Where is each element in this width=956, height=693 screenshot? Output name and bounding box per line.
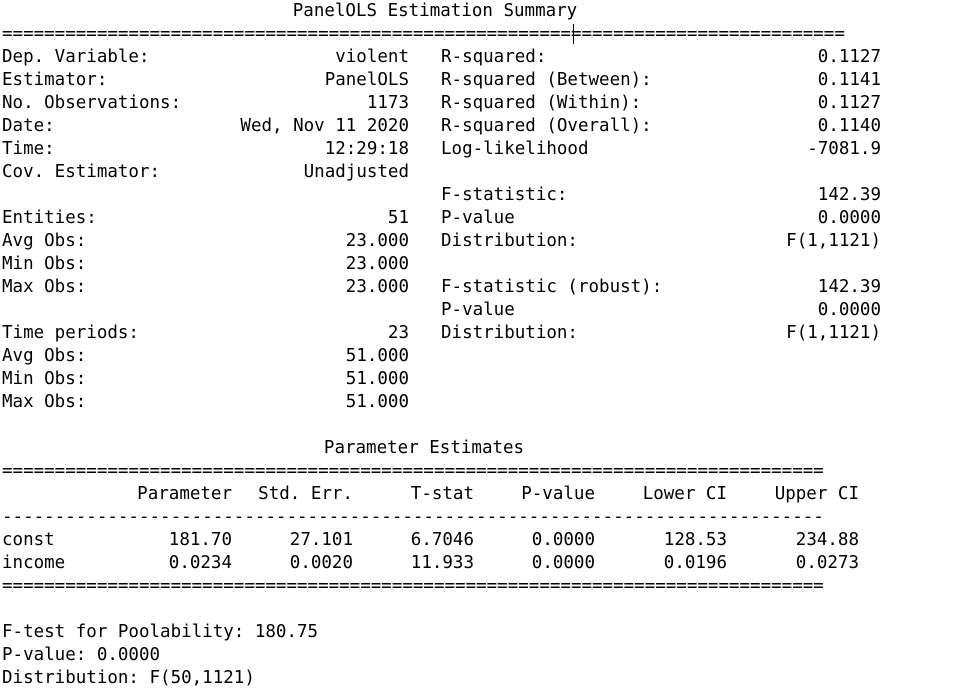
summary-left-value: 51.000 xyxy=(345,346,409,366)
column-header: Parameter xyxy=(137,484,232,504)
summary-left-value: 23.000 xyxy=(345,231,409,251)
summary-right-value: F(1,1121) xyxy=(786,323,881,343)
summary-right-value: 0.1127 xyxy=(817,93,881,113)
table-cell: 0.0273 xyxy=(795,553,859,573)
summary-right-label: R-squared (Overall): xyxy=(441,116,652,136)
summary-left-value: 51.000 xyxy=(345,392,409,412)
single-rule: ----------------------------------------… xyxy=(2,507,824,527)
summary-left-label: Max Obs: xyxy=(2,392,87,412)
summary-right-value: -7081.9 xyxy=(807,139,881,159)
table-cell: 0.0000 xyxy=(531,553,595,573)
summary-left-label: Avg Obs: xyxy=(2,231,87,251)
table-cell: 128.53 xyxy=(663,530,727,550)
column-header: P-value xyxy=(521,484,595,504)
summary-right-value: 0.1140 xyxy=(817,116,881,136)
summary-right-value: 142.39 xyxy=(817,185,881,205)
summary-left-label: Estimator: xyxy=(2,70,108,90)
summary-right-label: Distribution: xyxy=(441,231,578,251)
summary-right-label: F-statistic (robust): xyxy=(441,277,663,297)
summary-left-label: Dep. Variable: xyxy=(2,47,150,67)
summary-right-value: 0.1127 xyxy=(817,47,881,67)
summary-right-value: 0.0000 xyxy=(817,208,881,228)
table-cell: 27.101 xyxy=(289,530,353,550)
summary-left-label: Avg Obs: xyxy=(2,346,87,366)
summary-right-value: F(1,1121) xyxy=(786,231,881,251)
estimates-title: Parameter Estimates xyxy=(323,438,525,458)
double-rule-top: ========================================… xyxy=(2,24,845,44)
summary-left-value: 1173 xyxy=(366,93,409,113)
summary-left-label: Cov. Estimator: xyxy=(2,162,161,182)
column-header: Std. Err. xyxy=(258,484,353,504)
footer-line: P-value: 0.0000 xyxy=(2,645,161,665)
summary-left-value: 51 xyxy=(387,208,409,228)
table-cell: 181.70 xyxy=(168,530,232,550)
summary-left-label: Max Obs: xyxy=(2,277,87,297)
row-name: income xyxy=(2,553,66,573)
summary-left-value: 12:29:18 xyxy=(324,139,409,159)
summary-left-value: violent xyxy=(335,47,409,67)
summary-right-label: R-squared (Within): xyxy=(441,93,642,113)
summary-left-label: Time: xyxy=(2,139,55,159)
table-cell: 6.7046 xyxy=(410,530,474,550)
summary-left-value: 51.000 xyxy=(345,369,409,389)
column-header: Lower CI xyxy=(642,484,727,504)
double-rule-estimates-top: ========================================… xyxy=(2,461,824,481)
table-cell: 0.0196 xyxy=(663,553,727,573)
summary-right-label: P-value xyxy=(441,208,515,228)
summary-left-label: No. Observations: xyxy=(2,93,182,113)
summary-left-value: 23.000 xyxy=(345,254,409,274)
summary-right-value: 0.0000 xyxy=(817,300,881,320)
summary-right-value: 142.39 xyxy=(817,277,881,297)
summary-right-label: F-statistic: xyxy=(441,185,568,205)
summary-left-label: Date: xyxy=(2,116,55,136)
table-cell: 0.0000 xyxy=(531,530,595,550)
summary-right-label: R-squared: xyxy=(441,47,547,67)
summary-right-label: Log-likelihood xyxy=(441,139,589,159)
summary-left-value: 23 xyxy=(387,323,409,343)
summary-right-label: Distribution: xyxy=(441,323,578,343)
summary-title: PanelOLS Estimation Summary xyxy=(292,1,578,21)
double-rule-estimates-bottom: ========================================… xyxy=(2,576,824,596)
summary-right-label: P-value xyxy=(441,300,515,320)
summary-right-label: R-squared (Between): xyxy=(441,70,652,90)
row-name: const xyxy=(2,530,55,550)
table-cell: 0.0020 xyxy=(289,553,353,573)
table-cell: 0.0234 xyxy=(168,553,232,573)
column-header: Upper CI xyxy=(774,484,859,504)
summary-left-value: 23.000 xyxy=(345,277,409,297)
summary-left-value: Unadjusted xyxy=(303,162,409,182)
text-cursor xyxy=(573,24,574,44)
summary-left-label: Min Obs: xyxy=(2,254,87,274)
table-cell: 234.88 xyxy=(795,530,859,550)
table-cell: 11.933 xyxy=(410,553,474,573)
summary-left-label: Min Obs: xyxy=(2,369,87,389)
summary-left-label: Time periods: xyxy=(2,323,139,343)
summary-left-label: Entities: xyxy=(2,208,97,228)
column-header: T-stat xyxy=(410,484,474,504)
summary-left-value: PanelOLS xyxy=(324,70,409,90)
summary-left-value: Wed, Nov 11 2020 xyxy=(240,116,409,136)
footer-line: Distribution: F(50,1121) xyxy=(2,668,255,688)
summary-right-value: 0.1141 xyxy=(817,70,881,90)
footer-line: F-test for Poolability: 180.75 xyxy=(2,622,319,642)
